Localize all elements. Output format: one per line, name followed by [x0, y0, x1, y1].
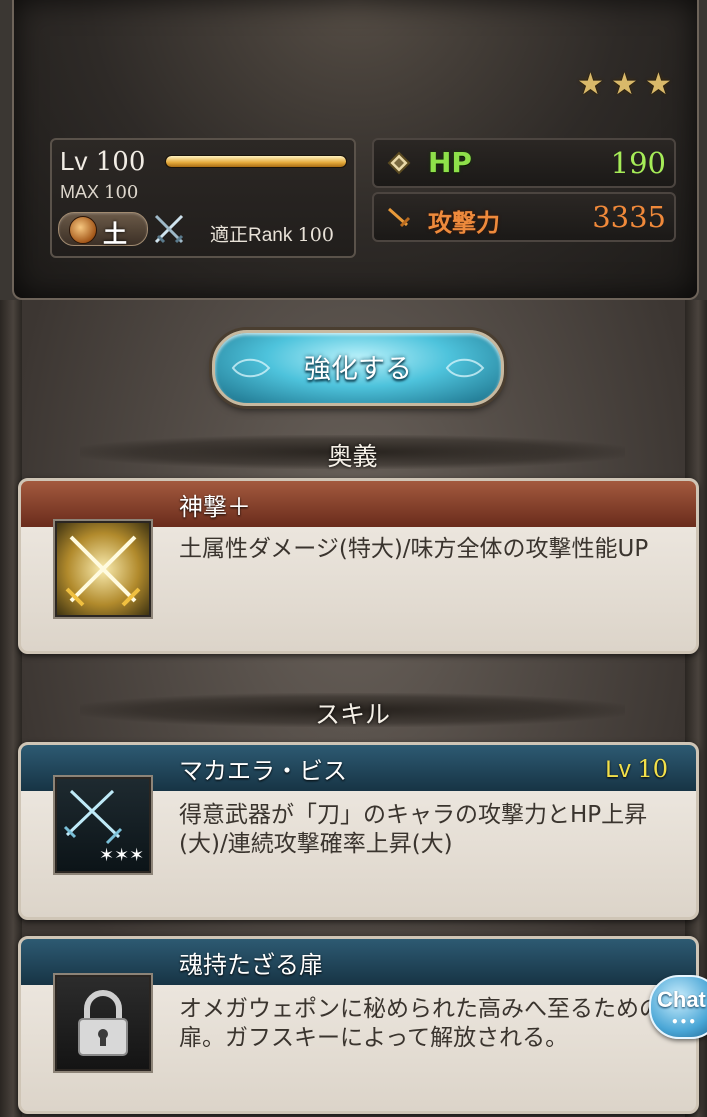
- rank-text: 適正Rank 100: [210, 224, 334, 246]
- skill-level: Lv 10: [605, 755, 668, 783]
- skill-name: マカエラ・ビス: [179, 757, 347, 785]
- attack-stat: 攻撃力 3335: [372, 192, 676, 242]
- hp-label: HP: [428, 146, 472, 179]
- chat-button[interactable]: Chat •••: [649, 975, 707, 1039]
- svg-text:✶✶✶: ✶✶✶: [99, 845, 144, 866]
- rarity-stars: ★ ★ ★: [577, 70, 675, 100]
- max-level-text: MAX 100: [60, 182, 139, 203]
- level-progress-bar: [165, 155, 347, 168]
- attack-value: 3335: [592, 200, 666, 234]
- attack-label: 攻撃力: [428, 209, 500, 237]
- hp-stat: HP 190: [372, 138, 676, 188]
- earth-element-icon: [69, 216, 97, 244]
- skill-section-title: スキル: [314, 700, 390, 729]
- ougi-section-header: 奥義: [80, 435, 625, 471]
- diamond-icon: [387, 151, 411, 175]
- katana-skill-icon: ✶✶✶: [55, 777, 151, 873]
- sword-icon: [388, 207, 411, 228]
- level-value: 100: [95, 147, 146, 177]
- level-box: Lv 100 MAX 100 土 適正Rank 100: [50, 138, 356, 258]
- ougi-section-title: 奥義: [327, 442, 378, 471]
- chat-dots: •••: [671, 1015, 698, 1029]
- chat-button-label: Chat: [657, 987, 706, 1012]
- hp-value: 190: [610, 146, 666, 180]
- skill-card[interactable]: マカエラ・ビス Lv 10 ✶✶✶ 得意武器が「刀」のキャラの攻撃力とHP上昇(…: [18, 742, 699, 920]
- star-icon: ★: [577, 67, 604, 102]
- character-status-panel: ★ ★ ★ Lv 100 MAX 100 土 適正Rank 100 HP 190…: [12, 0, 699, 306]
- element-name: 土: [103, 220, 127, 248]
- lock-icon: [55, 975, 151, 1071]
- ougi-card[interactable]: 神撃＋ 土属性ダメージ(特大)/味方全体の攻撃性能UP: [18, 478, 699, 654]
- locked-skill-description: オメガウェポンに秘められた高みへ至るための扉。ガフスキーによって解放される。: [179, 996, 662, 1051]
- ougi-name: 神撃＋: [179, 493, 251, 521]
- skill-description: 得意武器が「刀」のキャラの攻撃力とHP上昇(大)/連続攻撃確率上昇(大): [179, 802, 648, 857]
- element-badge: 土: [58, 212, 148, 248]
- ougi-description: 土属性ダメージ(特大)/味方全体の攻撃性能UP: [179, 536, 649, 562]
- level-progress-fill: [166, 156, 346, 167]
- level-text: Lv 100: [60, 146, 146, 177]
- enhance-button[interactable]: 強化する: [212, 330, 504, 406]
- katana-weapon-icon: [154, 214, 184, 244]
- ornament-icon: [445, 358, 485, 378]
- skill-section-header: スキル: [80, 693, 625, 729]
- star-icon: ★: [611, 67, 638, 102]
- locked-skill-name: 魂持たざる扉: [179, 951, 323, 979]
- locked-skill-card[interactable]: 魂持たざる扉 オメガウェポンに秘められた高みへ至るための扉。ガフスキーによって解…: [18, 936, 699, 1114]
- star-icon: ★: [645, 67, 672, 102]
- crossed-swords-icon: [55, 521, 151, 617]
